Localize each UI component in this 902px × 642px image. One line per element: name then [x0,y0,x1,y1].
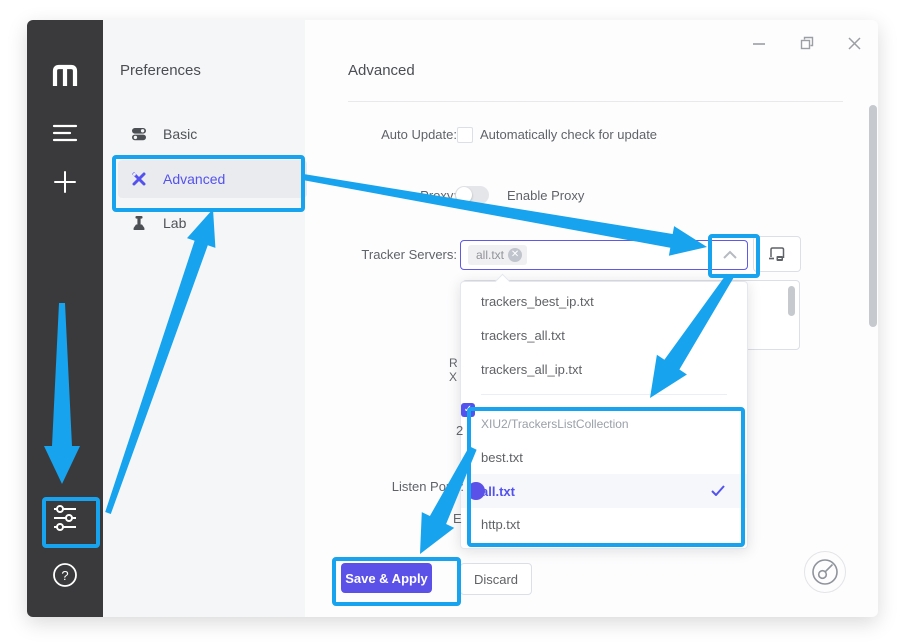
obscured-text-fragment: R [449,356,458,370]
dropdown-item[interactable]: trackers_all.txt [461,318,747,352]
window-scrollbar[interactable] [869,105,877,327]
basic-icon [131,126,147,142]
dropdown-item[interactable]: trackers_best_ip.txt [461,284,747,318]
add-task-icon[interactable] [27,169,103,195]
toggle-knob [456,187,472,203]
nav-item-label: Lab [163,215,186,231]
obscured-text-fragment: 2 [456,423,463,438]
dropdown-item[interactable]: trackers_all_ip.txt [461,352,747,386]
minimize-button[interactable] [748,32,770,54]
proxy-option-label: Enable Proxy [507,188,584,203]
nav-item-basic[interactable]: Basic [118,115,307,153]
annotation-box-advanced [112,155,305,212]
dropdown-item-label: trackers_all.txt [481,328,565,343]
help-icon[interactable]: ? [27,562,103,588]
textarea-scrollbar[interactable] [788,286,795,316]
proxy-toggle[interactable] [455,186,489,204]
tag-close-icon[interactable]: ✕ [508,248,522,262]
restore-window-button[interactable] [796,32,818,54]
listen-ports-label: Listen Ports: [294,479,464,494]
motrix-logo-icon [27,63,103,87]
obscured-text-fragment: X [449,370,457,384]
annotation-box-preferences-icon [42,497,100,548]
dropdown-item-label: trackers_best_ip.txt [481,294,594,309]
annotation-box-save-button [332,557,461,606]
preferences-nav: Preferences Basic Advanced [103,20,305,617]
tracker-servers-label: Tracker Servers: [287,247,457,262]
dropdown-divider [481,394,727,395]
tag-label: all.txt [476,248,504,262]
sync-icon [767,245,787,263]
obscured-text-fragment: E [453,511,462,526]
close-button[interactable] [843,32,865,54]
sync-trackers-button[interactable] [753,236,801,272]
page-title: Advanced [348,62,415,79]
speedometer-icon [810,557,840,587]
dropdown-item-label: trackers_all_ip.txt [481,362,582,377]
speed-gauge-button[interactable] [804,551,846,593]
app-window: ? Preferences Basic Adv [27,20,878,617]
preferences-title: Preferences [120,62,201,79]
auto-update-label: Auto Update: [287,127,457,142]
screenshot-page: ? Preferences Basic Adv [0,0,902,642]
nav-item-label: Basic [163,126,197,142]
annotation-box-chevron [708,234,760,278]
svg-text:?: ? [61,568,68,583]
auto-update-option-label: Automatically check for update [480,127,657,142]
discard-button[interactable]: Discard [460,563,532,595]
title-divider [348,101,843,102]
auto-update-checkbox[interactable] [457,127,473,143]
task-list-icon[interactable] [27,123,103,143]
tracker-servers-select[interactable]: all.txt ✕ [460,240,748,270]
lab-icon [131,215,147,231]
proxy-label: Proxy: [287,188,457,203]
annotation-box-tracker-group [467,407,745,547]
selected-tracker-tag: all.txt ✕ [468,245,527,265]
